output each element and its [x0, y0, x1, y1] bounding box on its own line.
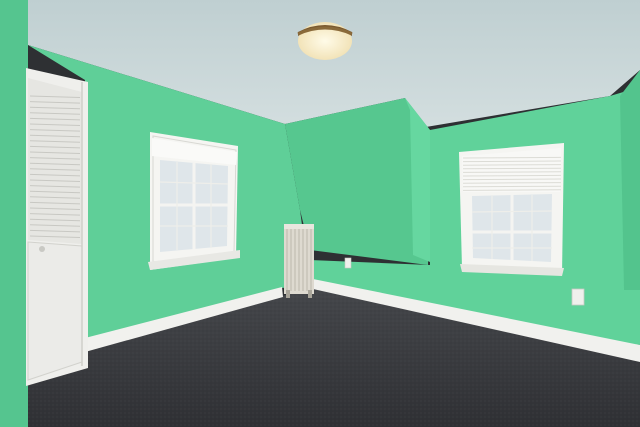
radiator	[284, 224, 314, 298]
left-wall	[0, 0, 28, 427]
left-window	[148, 132, 240, 270]
room-photo	[0, 0, 640, 427]
ceiling-light	[297, 22, 353, 60]
wall-outlet-right	[571, 288, 585, 306]
wall-outlet	[344, 257, 352, 269]
room-illustration	[0, 0, 640, 427]
right-window-with-blind	[459, 143, 564, 276]
door-knob	[39, 246, 45, 252]
louvered-closet-door	[26, 68, 88, 386]
